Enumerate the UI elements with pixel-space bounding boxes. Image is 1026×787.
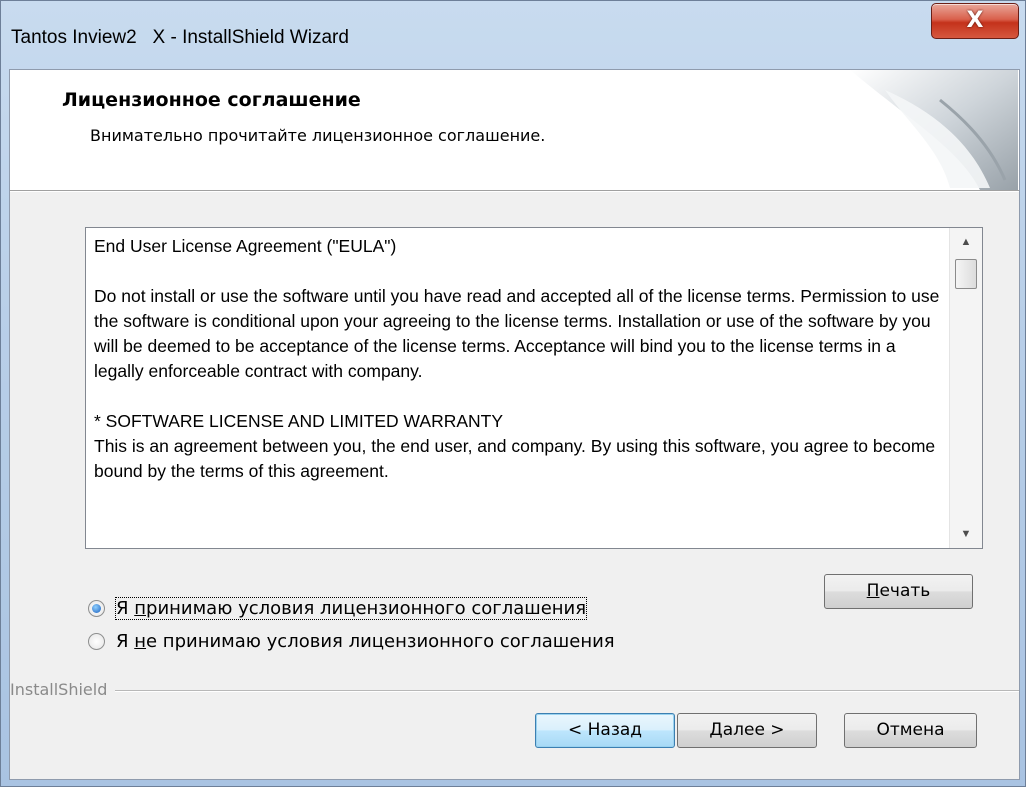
scroll-up-icon[interactable]: ▲ [950,228,982,256]
window-title: Tantos Inview2 X - InstallShield Wizard [11,27,349,48]
title-bar[interactable]: Tantos Inview2 X - InstallShield Wizard … [1,1,1025,77]
decline-label[interactable]: Я не принимаю условия лицензионного согл… [116,631,615,652]
installer-window: Tantos Inview2 X - InstallShield Wizard … [0,0,1026,787]
eula-text-box[interactable]: End User License Agreement ("EULA") Do n… [85,227,983,549]
scroll-thumb[interactable] [955,259,977,289]
branding-label: InstallShield [10,680,116,699]
scroll-down-icon[interactable]: ▼ [950,520,982,548]
back-button[interactable]: < Назад [535,713,675,748]
installshield-logo-art [850,70,1018,190]
eula-paragraph: Do not install or use the software until… [94,286,940,381]
close-button[interactable]: X [931,3,1019,39]
wizard-client-area: Лицензионное соглашение Внимательно проч… [9,69,1020,780]
branding-separator: InstallShield [10,680,1019,700]
separator-line [10,690,1019,692]
decline-radio[interactable] [88,633,105,650]
vertical-scrollbar[interactable]: ▲ ▼ [949,228,982,548]
header-divider [10,191,1019,192]
eula-text: End User License Agreement ("EULA") Do n… [94,234,940,509]
cancel-button[interactable]: Отмена [844,713,977,748]
page-title: Лицензионное соглашение [62,89,361,111]
eula-paragraph: This is an agreement between you, the en… [94,436,936,481]
accept-radio[interactable] [88,600,105,617]
eula-section-heading: * SOFTWARE LICENSE AND LIMITED WARRANTY [94,411,504,431]
eula-heading: End User License Agreement ("EULA") [94,236,397,256]
next-button[interactable]: Далее > [677,713,817,748]
wizard-header: Лицензионное соглашение Внимательно проч… [10,70,1019,191]
accept-label[interactable]: Я принимаю условия лицензионного соглаше… [114,597,588,620]
close-icon: X [966,8,984,33]
page-subtitle: Внимательно прочитайте лицензионное согл… [90,126,546,145]
print-button[interactable]: Печать [824,574,973,609]
